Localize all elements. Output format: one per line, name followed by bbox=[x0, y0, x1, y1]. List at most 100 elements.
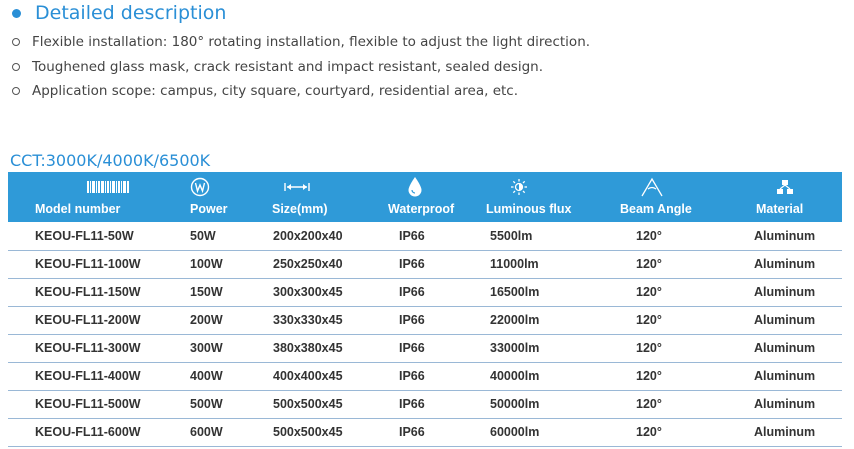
header-model-number: Model number bbox=[8, 172, 180, 222]
table-row: KEOU-FL11-400W 400W 400x400x45 IP66 4000… bbox=[8, 362, 842, 391]
cell-waterproof: IP66 bbox=[380, 418, 475, 447]
cell-luminous-flux: 16500lm bbox=[475, 278, 605, 307]
cell-size: 330x330x45 bbox=[270, 306, 380, 335]
cell-beam-angle: 120° bbox=[605, 334, 720, 363]
cell-waterproof: IP66 bbox=[380, 390, 475, 419]
cell-beam-angle: 120° bbox=[605, 390, 720, 419]
cell-model: KEOU-FL11-500W bbox=[8, 390, 180, 419]
description-text: Flexible installation: 180° rotating ins… bbox=[32, 34, 591, 51]
cell-waterproof: IP66 bbox=[380, 250, 475, 279]
header-label: Power bbox=[190, 202, 228, 216]
cell-waterproof: IP66 bbox=[380, 222, 475, 251]
table-row: KEOU-FL11-300W 300W 380x380x45 IP66 3300… bbox=[8, 334, 842, 363]
cell-model: KEOU-FL11-100W bbox=[8, 250, 180, 279]
header-label: Model number bbox=[35, 202, 121, 216]
cell-size: 300x300x45 bbox=[270, 278, 380, 307]
cell-material: Aluminum bbox=[720, 222, 842, 251]
description-text: Application scope: campus, city square, … bbox=[32, 83, 518, 100]
ring-bullet-icon bbox=[12, 87, 20, 96]
cell-luminous-flux: 11000lm bbox=[475, 250, 605, 279]
cell-power: 300W bbox=[180, 334, 270, 363]
header-label: Luminous flux bbox=[486, 202, 572, 216]
size-arrows-icon bbox=[270, 174, 380, 200]
cell-model: KEOU-FL11-300W bbox=[8, 334, 180, 363]
cell-waterproof: IP66 bbox=[380, 306, 475, 335]
cell-beam-angle: 120° bbox=[605, 222, 720, 251]
power-w-icon bbox=[180, 174, 270, 200]
table-row: KEOU-FL11-600W 600W 500x500x45 IP66 6000… bbox=[8, 418, 842, 447]
cell-model: KEOU-FL11-50W bbox=[8, 222, 180, 251]
angle-icon bbox=[605, 174, 720, 200]
description-text: Toughened glass mask, crack resistant an… bbox=[32, 58, 544, 75]
cell-waterproof: IP66 bbox=[380, 362, 475, 391]
cell-model: KEOU-FL11-600W bbox=[8, 418, 180, 447]
spec-table: Model number Power Size(mm) Waterproof L… bbox=[8, 172, 842, 447]
cell-model: KEOU-FL11-150W bbox=[8, 278, 180, 307]
cell-model: KEOU-FL11-200W bbox=[8, 306, 180, 335]
header-size: Size(mm) bbox=[270, 172, 380, 222]
section-header: Detailed description bbox=[12, 2, 226, 24]
cell-power: 100W bbox=[180, 250, 270, 279]
cell-luminous-flux: 40000lm bbox=[475, 362, 605, 391]
cell-beam-angle: 120° bbox=[605, 278, 720, 307]
cell-material: Aluminum bbox=[720, 334, 842, 363]
barcode-icon bbox=[35, 174, 180, 200]
cell-power: 150W bbox=[180, 278, 270, 307]
cell-luminous-flux: 5500lm bbox=[475, 222, 605, 251]
header-label: Size(mm) bbox=[272, 202, 328, 216]
cell-material: Aluminum bbox=[720, 278, 842, 307]
cell-luminous-flux: 33000lm bbox=[475, 334, 605, 363]
cell-beam-angle: 120° bbox=[605, 418, 720, 447]
table-header-row: Model number Power Size(mm) Waterproof L… bbox=[8, 172, 842, 222]
cell-size: 380x380x45 bbox=[270, 334, 380, 363]
sun-icon bbox=[475, 174, 605, 200]
cell-size: 200x200x40 bbox=[270, 222, 380, 251]
cell-beam-angle: 120° bbox=[605, 250, 720, 279]
table-row: KEOU-FL11-500W 500W 500x500x45 IP66 5000… bbox=[8, 390, 842, 419]
cell-material: Aluminum bbox=[720, 362, 842, 391]
material-icon bbox=[720, 174, 842, 200]
header-power: Power bbox=[180, 172, 270, 222]
table-row: KEOU-FL11-100W 100W 250x250x40 IP66 1100… bbox=[8, 250, 842, 279]
description-list: Flexible installation: 180° rotating ins… bbox=[12, 30, 590, 104]
cell-luminous-flux: 22000lm bbox=[475, 306, 605, 335]
cell-material: Aluminum bbox=[720, 306, 842, 335]
ring-bullet-icon bbox=[12, 38, 20, 47]
table-row: KEOU-FL11-150W 150W 300x300x45 IP66 1650… bbox=[8, 278, 842, 307]
header-label: Waterproof bbox=[388, 202, 455, 216]
table-row: KEOU-FL11-200W 200W 330x330x45 IP66 2200… bbox=[8, 306, 842, 335]
cell-size: 500x500x45 bbox=[270, 390, 380, 419]
cell-power: 400W bbox=[180, 362, 270, 391]
cell-waterproof: IP66 bbox=[380, 334, 475, 363]
description-item: Flexible installation: 180° rotating ins… bbox=[12, 30, 590, 55]
description-item: Application scope: campus, city square, … bbox=[12, 79, 590, 104]
cell-size: 500x500x45 bbox=[270, 418, 380, 447]
header-label: Material bbox=[756, 202, 804, 216]
cell-size: 250x250x40 bbox=[270, 250, 380, 279]
description-item: Toughened glass mask, crack resistant an… bbox=[12, 55, 590, 80]
section-title: Detailed description bbox=[35, 2, 227, 24]
cell-beam-angle: 120° bbox=[605, 362, 720, 391]
header-material: Material bbox=[720, 172, 842, 222]
cct-label: CCT:3000K/4000K/6500K bbox=[10, 151, 211, 170]
cell-power: 500W bbox=[180, 390, 270, 419]
header-luminous-flux: Luminous flux bbox=[475, 172, 605, 222]
cell-beam-angle: 120° bbox=[605, 306, 720, 335]
header-label: Beam Angle bbox=[620, 202, 692, 216]
cell-waterproof: IP66 bbox=[380, 278, 475, 307]
cell-luminous-flux: 50000lm bbox=[475, 390, 605, 419]
water-drop-icon bbox=[380, 174, 475, 200]
header-beam-angle: Beam Angle bbox=[605, 172, 720, 222]
bullet-dot-icon bbox=[12, 8, 21, 18]
cell-material: Aluminum bbox=[720, 250, 842, 279]
cell-power: 200W bbox=[180, 306, 270, 335]
header-waterproof: Waterproof bbox=[380, 172, 475, 222]
cell-power: 50W bbox=[180, 222, 270, 251]
cell-size: 400x400x45 bbox=[270, 362, 380, 391]
cell-material: Aluminum bbox=[720, 418, 842, 447]
cell-power: 600W bbox=[180, 418, 270, 447]
cell-material: Aluminum bbox=[720, 390, 842, 419]
ring-bullet-icon bbox=[12, 62, 20, 71]
table-row: KEOU-FL11-50W 50W 200x200x40 IP66 5500lm… bbox=[8, 222, 842, 251]
cell-model: KEOU-FL11-400W bbox=[8, 362, 180, 391]
